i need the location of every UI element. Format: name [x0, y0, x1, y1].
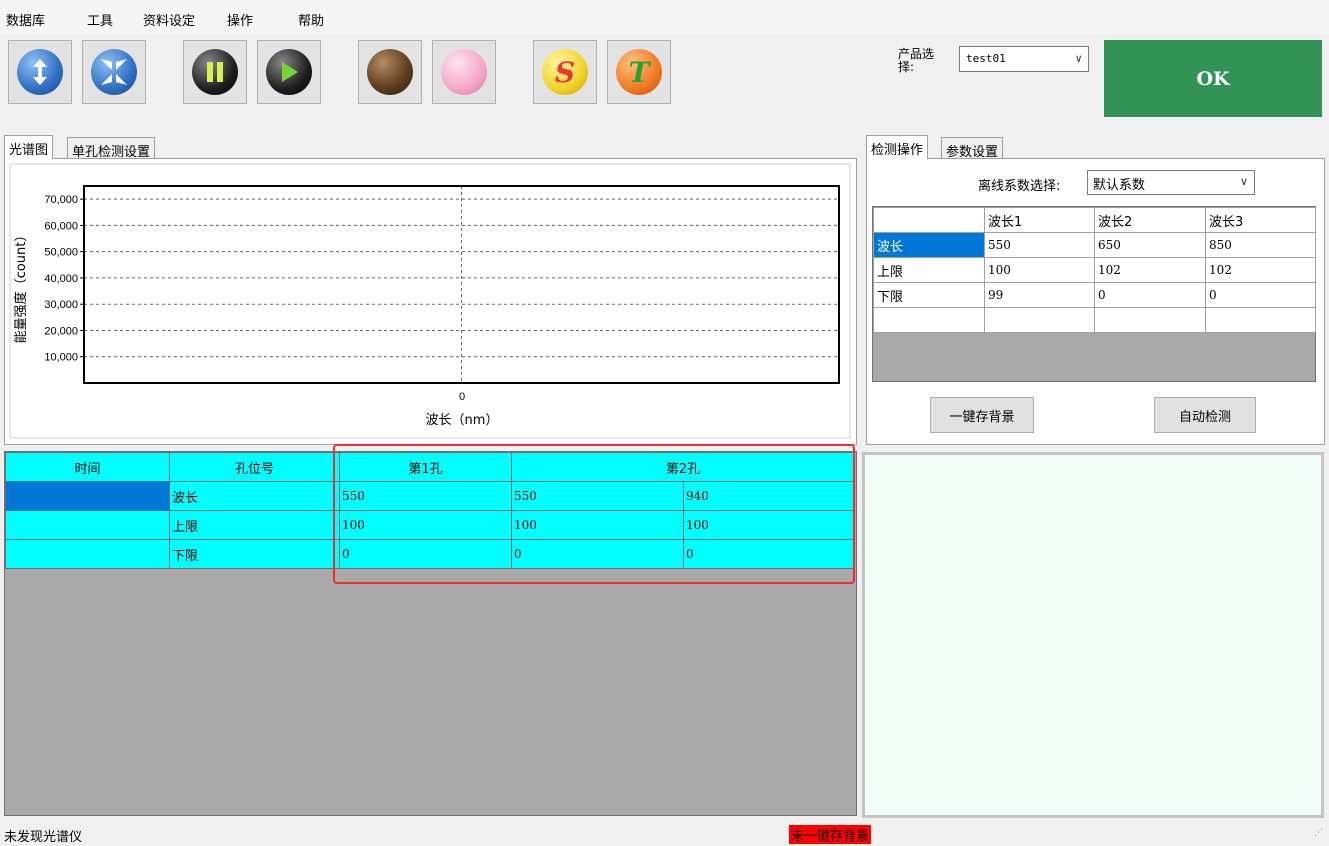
table-row[interactable]: 下限 99 0 0 [873, 282, 1316, 308]
table-cell[interactable] [5, 539, 170, 569]
tab-detect-operation[interactable]: 检测操作 [866, 135, 929, 159]
x-tick-label: 0 [459, 391, 465, 403]
table-cell[interactable]: 下限 [169, 539, 340, 569]
table-row[interactable]: 上限 100 102 102 [873, 257, 1316, 283]
coeff-label: 离线系数选择: [978, 179, 1061, 194]
table-cell[interactable]: 650 [1094, 232, 1206, 258]
header-cell: 孔位号 [169, 452, 340, 482]
table-row[interactable]: 波长 550 650 850 [873, 232, 1316, 258]
table-cell[interactable]: 0 [1094, 282, 1206, 308]
y-tick-label: 10,000 [44, 352, 78, 364]
header-cell: 波长1 [984, 207, 1095, 233]
y-tick-label: 40,000 [44, 273, 78, 285]
resize-grip-icon[interactable]: ⋰ [1314, 828, 1323, 838]
table-cell[interactable]: 102 [1094, 257, 1206, 283]
table-cell[interactable]: 波长 [169, 481, 340, 511]
status-device: 未发现光谱仪 [4, 830, 83, 845]
table-cell[interactable] [984, 307, 1095, 333]
chevron-down-icon: ∨ [1239, 175, 1248, 188]
coeff-select-value: 默认系数 [1093, 178, 1146, 193]
coeff-select[interactable]: 默认系数 ∨ [1087, 170, 1255, 195]
table-cell[interactable]: 上限 [873, 257, 985, 283]
y-tick-label: 20,000 [44, 325, 78, 337]
header-cell: 时间 [5, 452, 170, 482]
header-cell: 波长3 [1205, 207, 1316, 233]
table-cell[interactable]: 下限 [873, 282, 985, 308]
header-cell: 波长2 [1094, 207, 1206, 233]
tab-spectrum[interactable]: 光谱图 [4, 135, 54, 159]
header-cell [873, 207, 985, 233]
table-cell[interactable]: 850 [1205, 232, 1316, 258]
status-bar: 未发现光谱仪 未一键存背景 ⋰ [0, 822, 1329, 846]
y-tick-label: 50,000 [44, 247, 78, 259]
table-cell[interactable] [1094, 307, 1206, 333]
y-tick-label: 70,000 [44, 194, 78, 206]
table-cell[interactable]: 550 [984, 232, 1095, 258]
table-cell[interactable]: 上限 [169, 510, 340, 540]
save-background-button[interactable]: 一键存背景 [930, 397, 1034, 433]
table-cell[interactable]: 波长 [873, 232, 985, 258]
highlight-box [333, 444, 855, 584]
table-header-row: 波长1 波长2 波长3 [873, 207, 1316, 233]
tab-parameter-settings[interactable]: 参数设置 [941, 137, 1004, 160]
status-background-warning: 未一键存背景 [789, 825, 872, 844]
wavelength-grid: 波长1 波长2 波长3 波长 550 650 850 上限 100 102 10… [873, 207, 1316, 333]
x-axis-label: 波长（nm） [426, 413, 499, 428]
table-cell[interactable] [5, 481, 170, 511]
auto-detect-button[interactable]: 自动检测 [1154, 397, 1256, 433]
table-cell[interactable]: 102 [1205, 257, 1316, 283]
table-cell[interactable] [1205, 307, 1316, 333]
y-tick-label: 30,000 [44, 299, 78, 311]
log-panel[interactable] [862, 452, 1324, 818]
table-row[interactable] [873, 307, 1316, 333]
chart-area [9, 163, 851, 439]
table-cell[interactable] [5, 510, 170, 540]
table-cell[interactable] [873, 307, 985, 333]
table-cell[interactable]: 99 [984, 282, 1095, 308]
table-cell[interactable]: 0 [1205, 282, 1316, 308]
y-axis-label: 能量强度（count） [13, 229, 29, 344]
table-cell[interactable]: 100 [984, 257, 1095, 283]
y-tick-label: 60,000 [44, 220, 78, 232]
